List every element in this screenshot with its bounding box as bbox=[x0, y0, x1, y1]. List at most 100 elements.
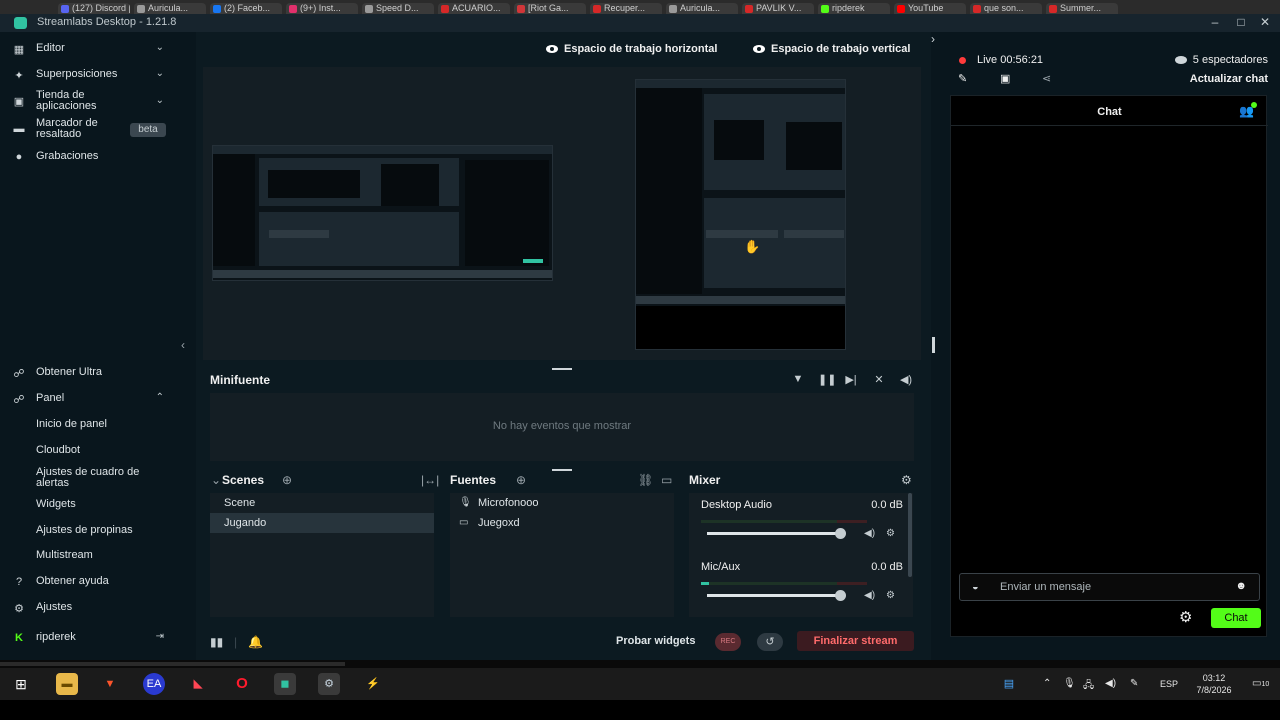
browser-tab[interactable]: ripderek bbox=[818, 3, 890, 14]
source-item[interactable]: ▭ Juegoxd bbox=[450, 513, 674, 533]
volume-slider[interactable] bbox=[707, 590, 846, 601]
volume-slider[interactable] bbox=[707, 528, 846, 539]
gear-icon[interactable]: ⚙ bbox=[886, 590, 895, 601]
edit-stream-info-icon[interactable]: ✎ bbox=[958, 72, 967, 85]
gear-icon[interactable]: ⚙ bbox=[901, 473, 912, 487]
replay-buffer-button[interactable]: ↺ bbox=[757, 633, 783, 651]
chat-settings-icon[interactable]: ⚙ bbox=[1179, 608, 1192, 626]
minimize-button[interactable]: – bbox=[1207, 15, 1223, 29]
logout-icon[interactable]: ⇥ bbox=[156, 631, 164, 642]
tab-favicon-icon bbox=[289, 5, 297, 13]
pause-icon[interactable]: ❚❚ bbox=[818, 373, 836, 386]
chat-users-icon[interactable]: 👥 bbox=[1239, 102, 1257, 118]
chevron-up-icon[interactable]: ⌃ bbox=[1043, 678, 1051, 689]
speaker-icon[interactable]: ◀) bbox=[864, 590, 875, 601]
browser-tab[interactable]: Summer... bbox=[1046, 3, 1118, 14]
scene-item-selected[interactable]: Jugando bbox=[210, 513, 434, 533]
record-button[interactable]: REC bbox=[715, 633, 741, 651]
chat-message-input[interactable] bbox=[1000, 579, 1220, 595]
clip-camera-icon[interactable]: ▣ bbox=[1000, 72, 1010, 85]
workspace-vertical-toggle[interactable]: Espacio de trabajo vertical bbox=[753, 43, 910, 55]
share-icon[interactable]: ⋖ bbox=[1042, 72, 1051, 85]
panel-splitter[interactable] bbox=[932, 337, 935, 353]
sidebar-subitem-alertbox[interactable]: Ajustes de cuadro de alertas bbox=[36, 467, 161, 489]
skip-icon[interactable]: ▶| bbox=[844, 373, 858, 386]
chevron-right-icon[interactable]: › bbox=[931, 32, 935, 46]
performance-icon[interactable]: ▮▮ bbox=[210, 635, 223, 649]
scene-transitions-icon[interactable]: |↔| bbox=[421, 473, 439, 487]
source-item[interactable]: 🎙 Microfonooo bbox=[450, 493, 674, 513]
workspace-horizontal-toggle[interactable]: Espacio de trabajo horizontal bbox=[546, 43, 717, 55]
browser-tab[interactable]: que son... bbox=[970, 3, 1042, 14]
shield-icon[interactable]: ◒ bbox=[972, 581, 979, 593]
pen-icon[interactable]: ✎ bbox=[1130, 678, 1138, 689]
link-icon[interactable]: ⛓ bbox=[638, 473, 653, 487]
browser-tab[interactable]: PAVLIK V... bbox=[742, 3, 814, 14]
volume-icon[interactable]: ◀) bbox=[1105, 678, 1116, 689]
resize-handle[interactable] bbox=[552, 469, 572, 471]
microphone-icon[interactable]: 🎙 bbox=[1063, 678, 1076, 689]
browser-tab[interactable]: [Riot Ga... bbox=[514, 3, 586, 14]
viewer-count: 5 espectadores bbox=[1174, 54, 1268, 66]
maximize-button[interactable]: □ bbox=[1233, 15, 1249, 29]
sidebar-subitem-tip-settings[interactable]: Ajustes de propinas bbox=[36, 525, 133, 536]
sidebar-item-label: Editor bbox=[36, 42, 65, 54]
emoji-icon[interactable]: ☻ bbox=[1235, 580, 1247, 592]
browser-tab[interactable]: ACUARIO... bbox=[438, 3, 510, 14]
mixer-scrollbar[interactable] bbox=[908, 493, 912, 577]
app-icon[interactable]: ⚡ bbox=[362, 673, 384, 695]
vertical-canvas-preview[interactable] bbox=[635, 79, 846, 350]
slider-knob[interactable] bbox=[835, 590, 846, 601]
horizontal-canvas-preview[interactable] bbox=[212, 145, 553, 281]
add-folder-icon[interactable]: ▭ bbox=[661, 473, 672, 487]
riot-client-icon[interactable]: ◣ bbox=[187, 673, 209, 695]
browser-tab[interactable]: (127) Discord | ... bbox=[58, 3, 130, 14]
scrollbar-thumb[interactable] bbox=[0, 662, 345, 666]
browser-tab[interactable]: Auricula... bbox=[666, 3, 738, 14]
sidebar-item-app-store[interactable]: ▣ Tienda de aplicaciones ⌄ bbox=[12, 90, 172, 112]
browser-tab[interactable]: Recuper... bbox=[590, 3, 662, 14]
browser-tab[interactable]: (9+) Inst... bbox=[286, 3, 358, 14]
windows-start-icon[interactable]: ⊞ bbox=[10, 673, 32, 695]
ea-app-icon[interactable]: EA bbox=[143, 673, 165, 695]
chevron-down-icon[interactable]: ⌄ bbox=[211, 473, 221, 487]
chat-send-button[interactable]: Chat bbox=[1211, 608, 1261, 628]
slider-knob[interactable] bbox=[835, 528, 846, 539]
browser-tab[interactable]: Auricula... bbox=[134, 3, 206, 14]
collapse-sidebar-icon[interactable]: ‹ bbox=[181, 338, 185, 352]
filter-icon[interactable]: ▼ bbox=[791, 373, 805, 385]
browser-tab[interactable]: (2) Faceb... bbox=[210, 3, 282, 14]
speaker-icon[interactable]: ◀) bbox=[864, 528, 875, 539]
app-tray-icon[interactable]: ▤ bbox=[998, 673, 1020, 695]
stream-preview[interactable]: ✋ bbox=[203, 67, 921, 360]
resize-handle[interactable] bbox=[552, 368, 572, 370]
live-dock: Live 00:56:21 5 espectadores ✎ ▣ ⋖ Actua… bbox=[950, 32, 1280, 660]
add-scene-icon[interactable]: ⊕ bbox=[282, 473, 292, 487]
file-explorer-icon[interactable]: ▬ bbox=[56, 673, 78, 695]
bell-icon[interactable]: 🔔 bbox=[248, 635, 263, 649]
clock[interactable]: 03:12 7/8/2026 bbox=[1192, 672, 1236, 696]
sidebar-subitem-widgets[interactable]: Widgets bbox=[36, 499, 76, 510]
network-icon[interactable]: 🖧 bbox=[1083, 678, 1094, 695]
steam-icon[interactable]: ⚙ bbox=[318, 673, 340, 695]
close-button[interactable]: ✕ bbox=[1257, 15, 1273, 29]
add-source-icon[interactable]: ⊕ bbox=[516, 473, 526, 487]
sidebar-subitem-multistream[interactable]: Multistream bbox=[36, 550, 93, 561]
browser-tab[interactable]: YouTube bbox=[894, 3, 966, 14]
streamlabs-taskbar-icon[interactable]: ◼ bbox=[274, 673, 296, 695]
opera-gx-icon[interactable]: O bbox=[231, 673, 253, 695]
language-indicator[interactable]: ESP bbox=[1160, 679, 1178, 689]
brave-browser-icon[interactable]: ▼ bbox=[99, 673, 121, 695]
gear-icon[interactable]: ⚙ bbox=[886, 528, 895, 539]
horizontal-scrollbar[interactable] bbox=[0, 660, 1280, 668]
refresh-chat-button[interactable]: Actualizar chat bbox=[1190, 73, 1268, 85]
mute-alerts-icon[interactable]: ✕ bbox=[872, 373, 886, 386]
sidebar-subitem-dashboard-home[interactable]: Inicio de panel bbox=[36, 419, 107, 430]
notifications-icon[interactable]: ▭10 bbox=[1252, 678, 1269, 689]
volume-icon[interactable]: ◀) bbox=[899, 373, 913, 386]
sidebar-subitem-cloudbot[interactable]: Cloudbot bbox=[36, 445, 80, 456]
browser-tab[interactable]: Speed D... bbox=[362, 3, 434, 14]
end-stream-button[interactable]: Finalizar stream bbox=[797, 631, 914, 651]
scene-item[interactable]: Scene bbox=[210, 493, 434, 513]
test-widgets-button[interactable]: Probar widgets bbox=[616, 635, 695, 647]
